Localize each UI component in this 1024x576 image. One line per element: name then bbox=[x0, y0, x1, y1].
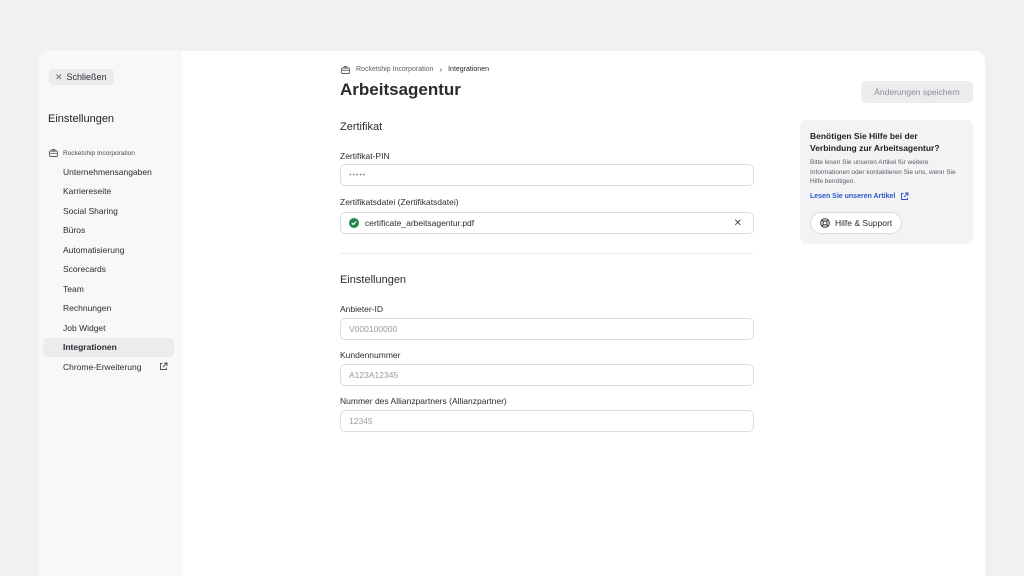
sidebar-item-automatisierung[interactable]: Automatisierung bbox=[43, 240, 174, 260]
settings-section-title: Einstellungen bbox=[340, 274, 407, 286]
provider-id-input[interactable]: V000100000 bbox=[340, 318, 754, 340]
sidebar-item-label: Team bbox=[63, 283, 84, 294]
sidebar-item-label: Job Widget bbox=[63, 322, 106, 333]
sidebar-item-social-sharing[interactable]: Social Sharing bbox=[43, 201, 174, 221]
breadcrumb-company-link[interactable]: Rocketship Incorporation bbox=[356, 66, 433, 73]
remove-file-icon[interactable]: ✕ bbox=[734, 218, 742, 229]
sidebar-item-unternehmensangaben[interactable]: Unternehmensangaben bbox=[43, 162, 174, 182]
save-changes-button[interactable]: Änderungen speichern bbox=[861, 81, 973, 103]
close-button[interactable]: ✕ Schließen bbox=[49, 69, 114, 85]
briefcase-icon bbox=[341, 65, 350, 74]
help-panel: Benötigen Sie Hilfe bei der Verbindung z… bbox=[800, 120, 973, 244]
help-article-link-label: Lesen Sie unseren Artikel bbox=[810, 192, 896, 200]
certificate-section-title: Zertifikat bbox=[340, 121, 383, 133]
certificate-file-field[interactable]: certificate_arbeitsagentur.pdf ✕ bbox=[340, 212, 754, 234]
briefcase-icon bbox=[49, 149, 58, 157]
settings-window: ✕ Schließen Einstellungen Rocketship Inc… bbox=[39, 51, 985, 576]
breadcrumb: Rocketship Incorporation › Integrationen bbox=[341, 65, 489, 74]
close-button-label: Schließen bbox=[66, 72, 107, 82]
sidebar-item-chrome-erweiterung[interactable]: Chrome-Erweiterung bbox=[43, 357, 174, 377]
page-title: Arbeitsagentur bbox=[340, 80, 461, 99]
sidebar-item-team[interactable]: Team bbox=[43, 279, 174, 299]
sidebar-item-label: Social Sharing bbox=[63, 205, 118, 216]
sidebar-company: Rocketship Incorporation bbox=[49, 149, 135, 157]
partner-number-label: Nummer des Allianzpartners (Allianzpartn… bbox=[340, 396, 507, 406]
sidebar-item-label: Unternehmensangaben bbox=[63, 166, 152, 177]
section-divider bbox=[340, 253, 754, 254]
help-article-link[interactable]: Lesen Sie unseren Artikel bbox=[810, 192, 963, 201]
provider-id-label: Anbieter-ID bbox=[340, 304, 383, 314]
chevron-right-icon: › bbox=[439, 65, 443, 74]
help-body: Bitte lesen Sie unseren Artikel für weit… bbox=[810, 159, 956, 185]
sidebar-item-label: Büros bbox=[63, 225, 86, 236]
customer-number-label: Kundennummer bbox=[340, 350, 401, 360]
sidebar-nav: Unternehmensangaben Karriereseite Social… bbox=[43, 162, 174, 377]
lifebuoy-icon bbox=[820, 218, 830, 228]
breadcrumb-current: Integrationen bbox=[448, 66, 489, 73]
help-support-button[interactable]: Hilfe & Support bbox=[810, 212, 903, 234]
pin-input[interactable]: ••••• bbox=[340, 164, 754, 186]
sidebar-item-label: Scorecards bbox=[63, 264, 106, 275]
external-link-icon bbox=[901, 192, 909, 200]
sidebar-item-label: Automatisierung bbox=[63, 244, 125, 255]
help-title: Benötigen Sie Hilfe bei der Verbindung z… bbox=[810, 131, 940, 153]
file-label: Zertifikatsdatei (Zertifikatsdatei) bbox=[340, 197, 459, 207]
sidebar-item-label: Chrome-Erweiterung bbox=[63, 361, 142, 372]
sidebar-item-bueros[interactable]: Büros bbox=[43, 221, 174, 241]
sidebar-company-name: Rocketship Incorporation bbox=[63, 149, 135, 157]
sidebar-item-scorecards[interactable]: Scorecards bbox=[43, 260, 174, 280]
close-icon: ✕ bbox=[55, 71, 63, 82]
sidebar-item-label: Integrationen bbox=[63, 342, 117, 353]
file-name: certificate_arbeitsagentur.pdf bbox=[365, 218, 475, 228]
sidebar-item-label: Rechnungen bbox=[63, 303, 112, 314]
help-support-button-label: Hilfe & Support bbox=[835, 218, 893, 228]
sidebar: ✕ Schließen Einstellungen Rocketship Inc… bbox=[39, 51, 182, 576]
sidebar-item-integrationen[interactable]: Integrationen bbox=[43, 337, 174, 357]
external-link-icon bbox=[160, 362, 168, 370]
sidebar-item-label: Karriereseite bbox=[63, 186, 112, 197]
customer-number-input[interactable]: A123A12345 bbox=[340, 364, 754, 386]
sidebar-item-rechnungen[interactable]: Rechnungen bbox=[43, 299, 174, 319]
check-circle-icon bbox=[349, 218, 359, 228]
pin-label: Zertifikat-PIN bbox=[340, 151, 390, 161]
sidebar-item-karriereseite[interactable]: Karriereseite bbox=[43, 182, 174, 202]
partner-number-input[interactable]: 12345 bbox=[340, 410, 754, 432]
sidebar-item-job-widget[interactable]: Job Widget bbox=[43, 318, 174, 338]
sidebar-title: Einstellungen bbox=[48, 113, 115, 125]
